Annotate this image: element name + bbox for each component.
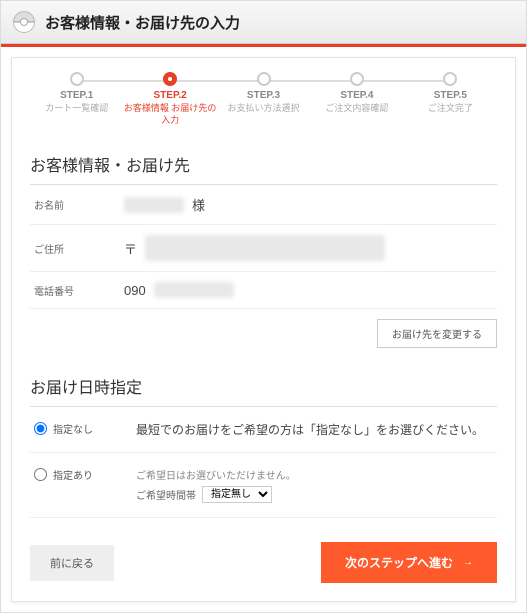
radio-set-label: 指定あり (53, 467, 93, 482)
step-title: STEP.4 (310, 90, 403, 101)
phone-label: 電話番号 (34, 283, 124, 298)
step-sub: ご注文内容確認 (310, 103, 403, 115)
phone-prefix: 090 (124, 283, 146, 298)
radio-none-label: 指定なし (53, 421, 93, 436)
step-title: STEP.2 (123, 90, 216, 101)
name-row: お名前 様 (30, 185, 497, 225)
step-1: STEP.1 カート一覧確認 (30, 72, 123, 115)
step-indicator: STEP.1 カート一覧確認 STEP.2 お客様情報 お届け先の入力 STEP… (30, 72, 497, 126)
time-select-label: ご希望時間帯 (136, 487, 196, 502)
postal-prefix: 〒 (124, 239, 137, 258)
step-title: STEP.3 (217, 90, 310, 101)
arrow-right-icon: → (463, 557, 473, 568)
step-circle-icon (350, 72, 364, 86)
address-row: ご住所 〒 (30, 225, 497, 272)
phone-value-redacted (154, 282, 234, 298)
step-4: STEP.4 ご注文内容確認 (310, 72, 403, 115)
time-select[interactable]: 指定無し (202, 486, 272, 503)
name-value-redacted (124, 197, 184, 213)
step-circle-icon (257, 72, 271, 86)
customer-section-title: お客様情報・お届け先 (30, 144, 497, 185)
step-sub: お支払い方法選択 (217, 103, 310, 115)
step-3: STEP.3 お支払い方法選択 (217, 72, 310, 115)
step-sub: お客様情報 お届け先の入力 (123, 103, 216, 126)
address-value-redacted (145, 235, 385, 261)
change-address-button[interactable]: お届け先を変更する (377, 319, 497, 348)
pokeball-icon (13, 11, 35, 33)
radio-none[interactable] (34, 422, 47, 435)
delivery-option-none[interactable]: 指定なし 最短でのお届けをご希望の方は「指定なし」をお選びください。 (30, 407, 497, 453)
page-header: お客様情報・お届け先の入力 (1, 1, 526, 44)
step-sub: カート一覧確認 (30, 103, 123, 115)
name-suffix: 様 (192, 195, 205, 214)
step-sub: ご注文完了 (404, 103, 497, 115)
radio-none-desc: 最短でのお届けをご希望の方は「指定なし」をお選びください。 (136, 421, 493, 438)
step-title: STEP.1 (30, 90, 123, 101)
step-circle-icon (70, 72, 84, 86)
step-circle-icon (163, 72, 177, 86)
delivery-option-set[interactable]: 指定あり ご希望日はお選びいただけません。 ご希望時間帯 指定無し (30, 453, 497, 518)
name-label: お名前 (34, 197, 124, 212)
radio-set[interactable] (34, 468, 47, 481)
delivery-section-title: お届け日時指定 (30, 366, 497, 407)
radio-set-note: ご希望日はお選びいただけません。 (136, 467, 493, 482)
step-circle-icon (443, 72, 457, 86)
back-button[interactable]: 前に戻る (30, 545, 114, 581)
step-title: STEP.5 (404, 90, 497, 101)
next-button[interactable]: 次のステップへ進む → (321, 542, 497, 583)
next-button-label: 次のステップへ進む (345, 554, 453, 571)
accent-bar (1, 44, 526, 47)
phone-row: 電話番号 090 (30, 272, 497, 309)
address-label: ご住所 (34, 241, 124, 256)
page-title: お客様情報・お届け先の入力 (45, 12, 240, 33)
step-5: STEP.5 ご注文完了 (404, 72, 497, 115)
